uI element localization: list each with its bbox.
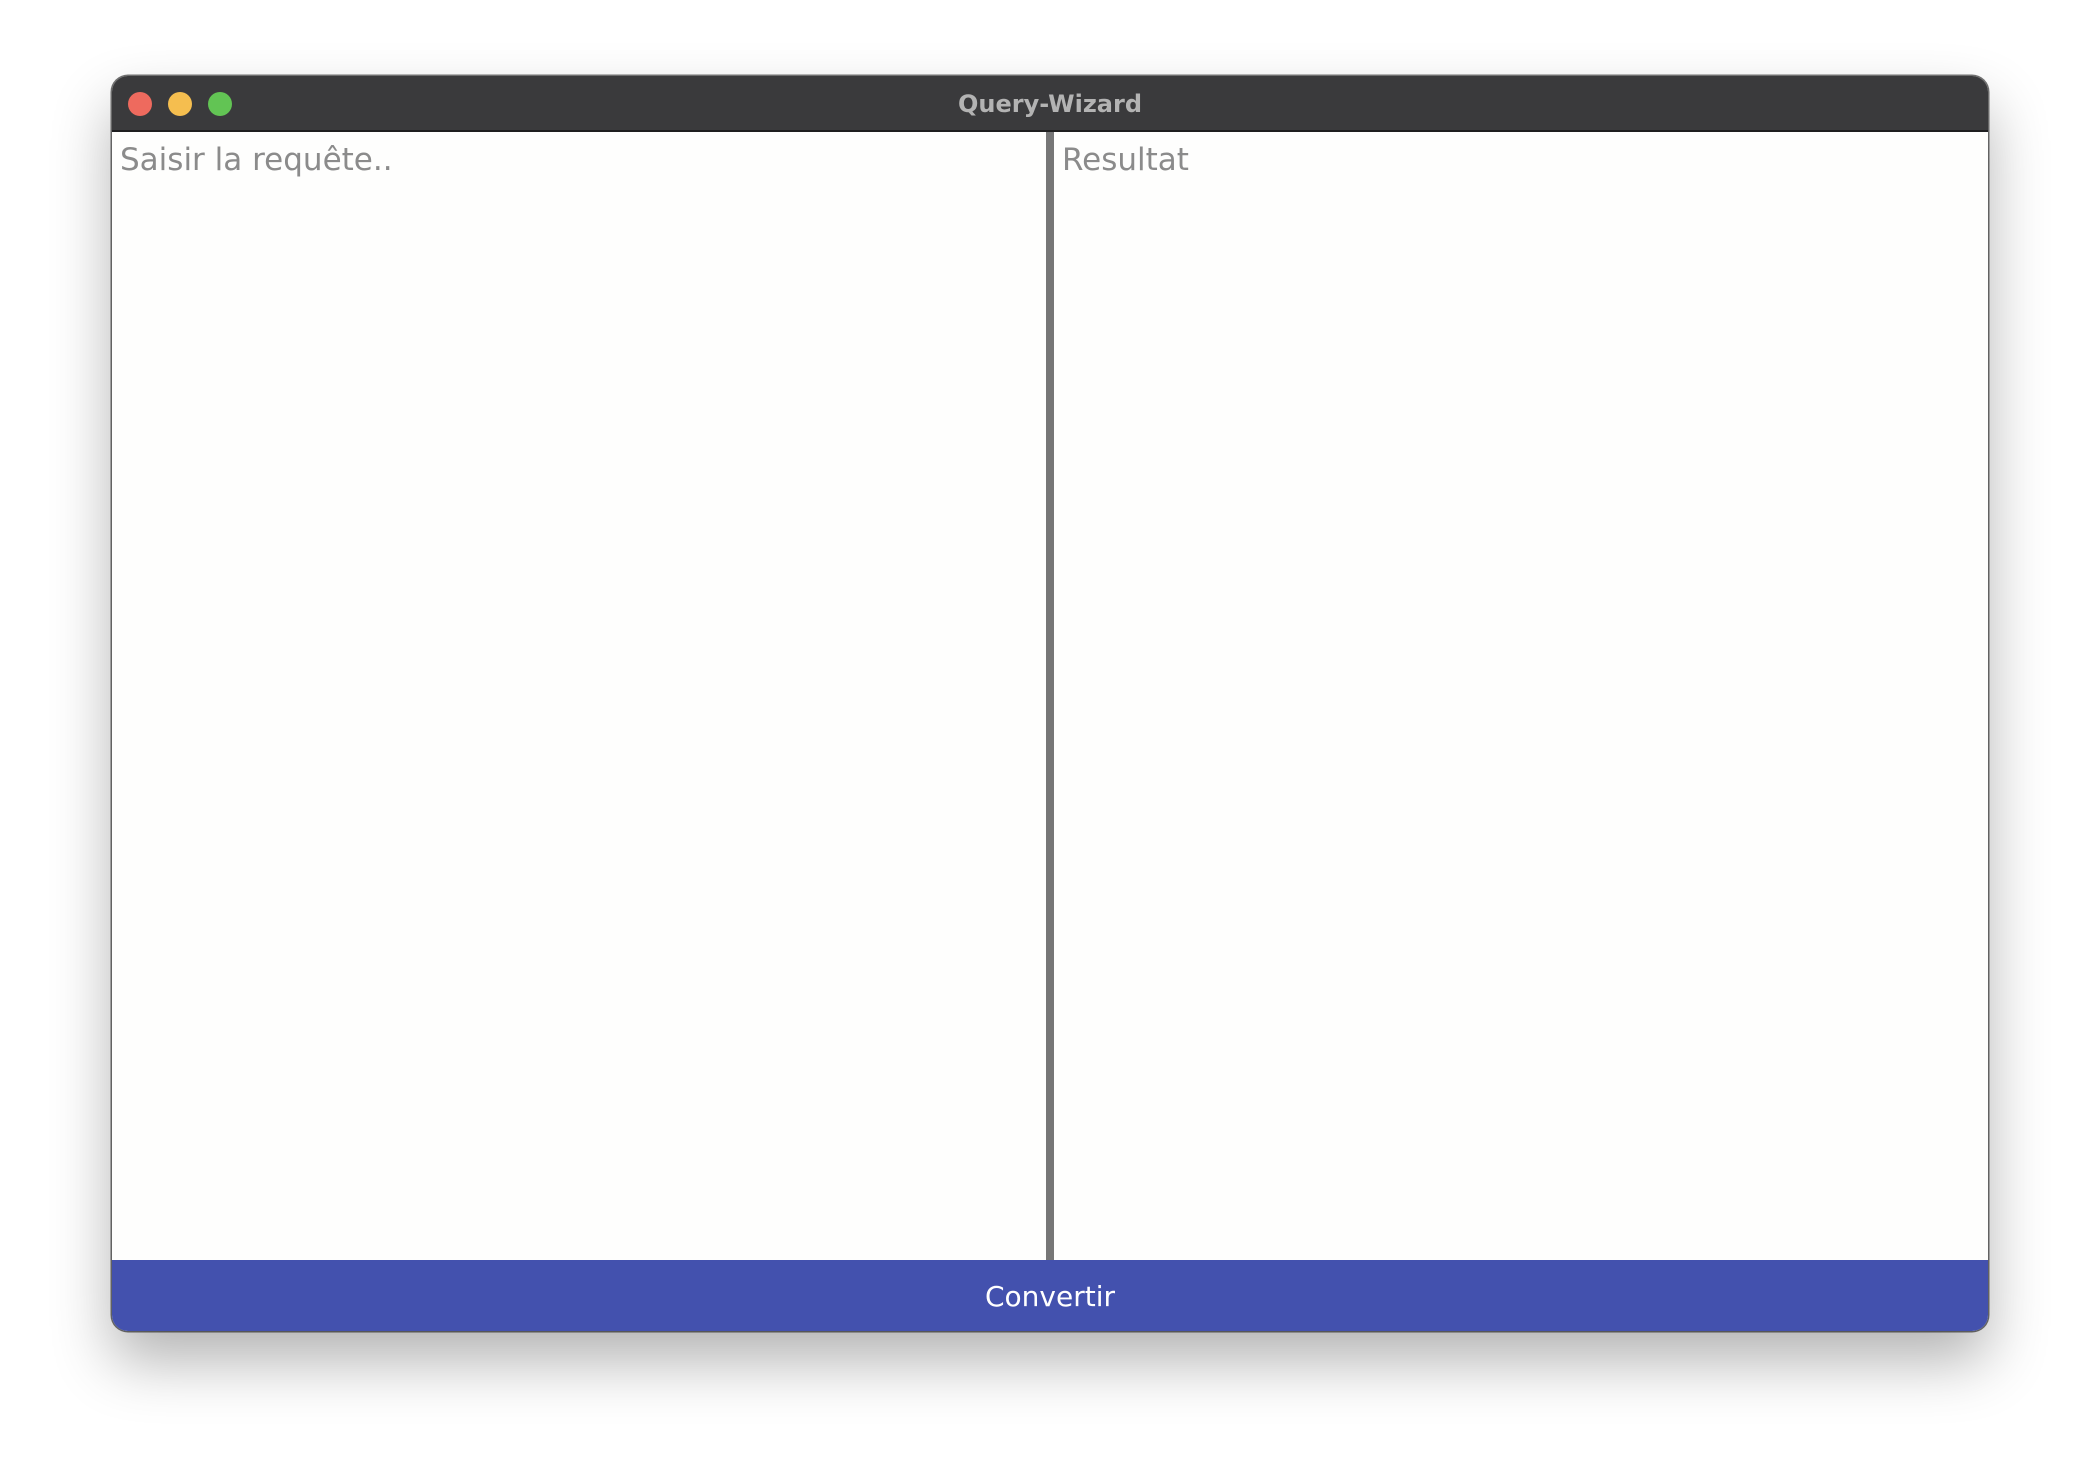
result-output[interactable]: [1062, 142, 1980, 1250]
query-input[interactable]: [120, 142, 1038, 1250]
result-output-pane: [1054, 132, 1988, 1260]
title-bar[interactable]: Query-Wizard: [112, 76, 1988, 132]
convert-button[interactable]: Convertir: [112, 1260, 1988, 1331]
window-title: Query-Wizard: [957, 90, 1142, 118]
query-input-pane: [112, 132, 1046, 1260]
app-window: Query-Wizard Convertir: [112, 76, 1988, 1331]
pane-splitter[interactable]: [1046, 132, 1054, 1260]
